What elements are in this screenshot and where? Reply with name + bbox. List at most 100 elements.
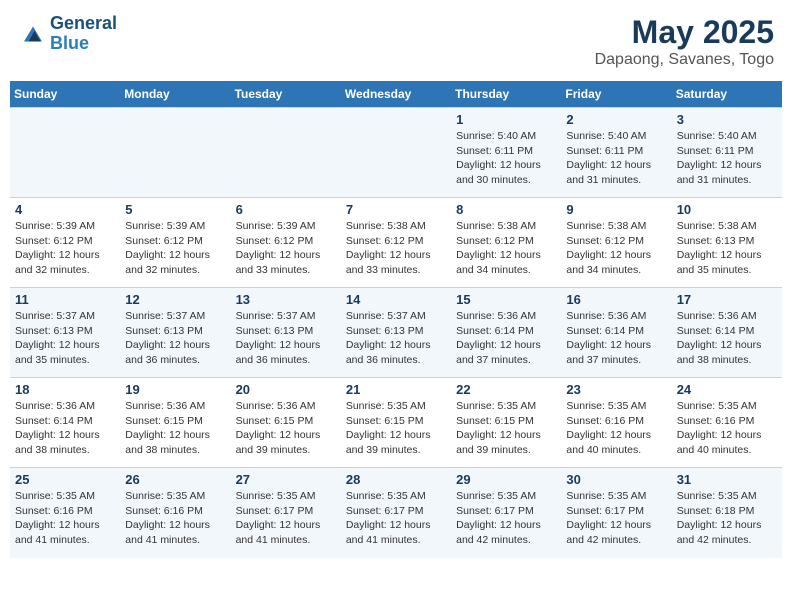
week-row-1: 1 Sunrise: 5:40 AMSunset: 6:11 PMDaylight… [10,108,782,198]
calendar-cell: 26 Sunrise: 5:35 AMSunset: 6:16 PMDayligh… [120,468,230,558]
week-row-3: 11 Sunrise: 5:37 AMSunset: 6:13 PMDayligh… [10,288,782,378]
calendar-cell: 4Sunrise: 5:39 AMSunset: 6:12 PMDaylight… [10,198,120,288]
weekday-header-sunday: Sunday [10,81,120,108]
day-number: 1 [456,112,556,127]
day-number: 18 [15,382,115,397]
day-info: Sunrise: 5:35 AMSunset: 6:15 PMDaylight:… [346,399,446,458]
day-number: 4 [15,202,115,217]
day-info: Sunrise: 5:36 AMSunset: 6:15 PMDaylight:… [236,399,336,458]
day-number: 27 [236,472,336,487]
day-number: 8 [456,202,556,217]
calendar-cell: 27 Sunrise: 5:35 AMSunset: 6:17 PMDayligh… [231,468,341,558]
calendar-cell: 24 Sunrise: 5:35 AMSunset: 6:16 PMDayligh… [672,378,782,468]
calendar-cell: 7 Sunrise: 5:38 AMSunset: 6:12 PMDaylight… [341,198,451,288]
calendar-cell: 15 Sunrise: 5:36 AMSunset: 6:14 PMDayligh… [451,288,561,378]
weekday-header-tuesday: Tuesday [231,81,341,108]
logo-icon [18,19,48,49]
calendar-cell [120,108,230,198]
day-info: Sunrise: 5:39 AMSunset: 6:12 PMDaylight:… [236,219,336,278]
logo: General Blue [18,14,117,54]
calendar-month-year: May 2025 [595,14,774,51]
weekday-header-row: SundayMondayTuesdayWednesdayThursdayFrid… [10,81,782,108]
day-number: 3 [677,112,777,127]
logo-text: General Blue [50,14,117,54]
day-info: Sunrise: 5:35 AMSunset: 6:16 PMDaylight:… [677,399,777,458]
day-info: Sunrise: 5:40 AMSunset: 6:11 PMDaylight:… [566,129,666,188]
calendar-table: SundayMondayTuesdayWednesdayThursdayFrid… [10,81,782,558]
day-number: 13 [236,292,336,307]
calendar-cell: 25 Sunrise: 5:35 AMSunset: 6:16 PMDayligh… [10,468,120,558]
day-info: Sunrise: 5:36 AMSunset: 6:14 PMDaylight:… [677,309,777,368]
calendar-cell: 2 Sunrise: 5:40 AMSunset: 6:11 PMDaylight… [561,108,671,198]
day-info: Sunrise: 5:35 AMSunset: 6:17 PMDaylight:… [346,489,446,548]
day-number: 12 [125,292,225,307]
calendar-cell: 13 Sunrise: 5:37 AMSunset: 6:13 PMDayligh… [231,288,341,378]
day-number: 21 [346,382,446,397]
calendar-cell: 23 Sunrise: 5:35 AMSunset: 6:16 PMDayligh… [561,378,671,468]
day-number: 7 [346,202,446,217]
day-number: 6 [236,202,336,217]
weekday-header-saturday: Saturday [672,81,782,108]
day-info: Sunrise: 5:40 AMSunset: 6:11 PMDaylight:… [456,129,556,188]
page-header: General Blue May 2025 Dapaong, Savanes, … [10,10,782,73]
day-info: Sunrise: 5:38 AMSunset: 6:13 PMDaylight:… [677,219,777,278]
calendar-cell: 28Sunrise: 5:35 AMSunset: 6:17 PMDayligh… [341,468,451,558]
day-info: Sunrise: 5:35 AMSunset: 6:17 PMDaylight:… [236,489,336,548]
calendar-title-block: May 2025 Dapaong, Savanes, Togo [595,14,774,69]
calendar-cell: 12 Sunrise: 5:37 AMSunset: 6:13 PMDayligh… [120,288,230,378]
calendar-cell: 11 Sunrise: 5:37 AMSunset: 6:13 PMDayligh… [10,288,120,378]
day-number: 24 [677,382,777,397]
weekday-header-thursday: Thursday [451,81,561,108]
calendar-location: Dapaong, Savanes, Togo [595,51,774,69]
day-info: Sunrise: 5:35 AMSunset: 6:16 PMDaylight:… [566,399,666,458]
day-number: 11 [15,292,115,307]
day-number: 20 [236,382,336,397]
day-number: 23 [566,382,666,397]
day-info: Sunrise: 5:36 AMSunset: 6:14 PMDaylight:… [456,309,556,368]
day-info: Sunrise: 5:37 AMSunset: 6:13 PMDaylight:… [15,309,115,368]
day-info: Sunrise: 5:36 AMSunset: 6:14 PMDaylight:… [15,399,115,458]
day-info: Sunrise: 5:38 AMSunset: 6:12 PMDaylight:… [456,219,556,278]
day-info: Sunrise: 5:38 AMSunset: 6:12 PMDaylight:… [566,219,666,278]
day-number: 2 [566,112,666,127]
calendar-cell: 31Sunrise: 5:35 AMSunset: 6:18 PMDayligh… [672,468,782,558]
calendar-cell: 29Sunrise: 5:35 AMSunset: 6:17 PMDayligh… [451,468,561,558]
calendar-cell: 9 Sunrise: 5:38 AMSunset: 6:12 PMDaylight… [561,198,671,288]
day-info: Sunrise: 5:35 AMSunset: 6:17 PMDaylight:… [456,489,556,548]
day-info: Sunrise: 5:35 AMSunset: 6:15 PMDaylight:… [456,399,556,458]
day-number: 15 [456,292,556,307]
week-row-4: 18 Sunrise: 5:36 AMSunset: 6:14 PMDayligh… [10,378,782,468]
day-info: Sunrise: 5:35 AMSunset: 6:16 PMDaylight:… [125,489,225,548]
day-number: 26 [125,472,225,487]
calendar-cell: 10 Sunrise: 5:38 AMSunset: 6:13 PMDayligh… [672,198,782,288]
day-info: Sunrise: 5:35 AMSunset: 6:17 PMDaylight:… [566,489,666,548]
day-info: Sunrise: 5:40 AMSunset: 6:11 PMDaylight:… [677,129,777,188]
day-info: Sunrise: 5:38 AMSunset: 6:12 PMDaylight:… [346,219,446,278]
day-number: 16 [566,292,666,307]
day-number: 9 [566,202,666,217]
calendar-cell: 16 Sunrise: 5:36 AMSunset: 6:14 PMDayligh… [561,288,671,378]
day-info: Sunrise: 5:36 AMSunset: 6:14 PMDaylight:… [566,309,666,368]
calendar-cell: 6 Sunrise: 5:39 AMSunset: 6:12 PMDaylight… [231,198,341,288]
day-number: 14 [346,292,446,307]
day-number: 10 [677,202,777,217]
calendar-cell: 8 Sunrise: 5:38 AMSunset: 6:12 PMDaylight… [451,198,561,288]
day-info: Sunrise: 5:35 AMSunset: 6:16 PMDaylight:… [15,489,115,548]
day-number: 5 [125,202,225,217]
weekday-header-friday: Friday [561,81,671,108]
day-number: 25 [15,472,115,487]
day-number: 22 [456,382,556,397]
calendar-cell: 18 Sunrise: 5:36 AMSunset: 6:14 PMDayligh… [10,378,120,468]
day-number: 19 [125,382,225,397]
calendar-cell: 1 Sunrise: 5:40 AMSunset: 6:11 PMDaylight… [451,108,561,198]
day-info: Sunrise: 5:36 AMSunset: 6:15 PMDaylight:… [125,399,225,458]
calendar-cell: 17Sunrise: 5:36 AMSunset: 6:14 PMDayligh… [672,288,782,378]
calendar-cell: 30Sunrise: 5:35 AMSunset: 6:17 PMDayligh… [561,468,671,558]
day-number: 31 [677,472,777,487]
weekday-header-wednesday: Wednesday [341,81,451,108]
day-info: Sunrise: 5:37 AMSunset: 6:13 PMDaylight:… [236,309,336,368]
calendar-cell: 21 Sunrise: 5:35 AMSunset: 6:15 PMDayligh… [341,378,451,468]
weekday-header-monday: Monday [120,81,230,108]
calendar-cell [10,108,120,198]
day-info: Sunrise: 5:37 AMSunset: 6:13 PMDaylight:… [125,309,225,368]
